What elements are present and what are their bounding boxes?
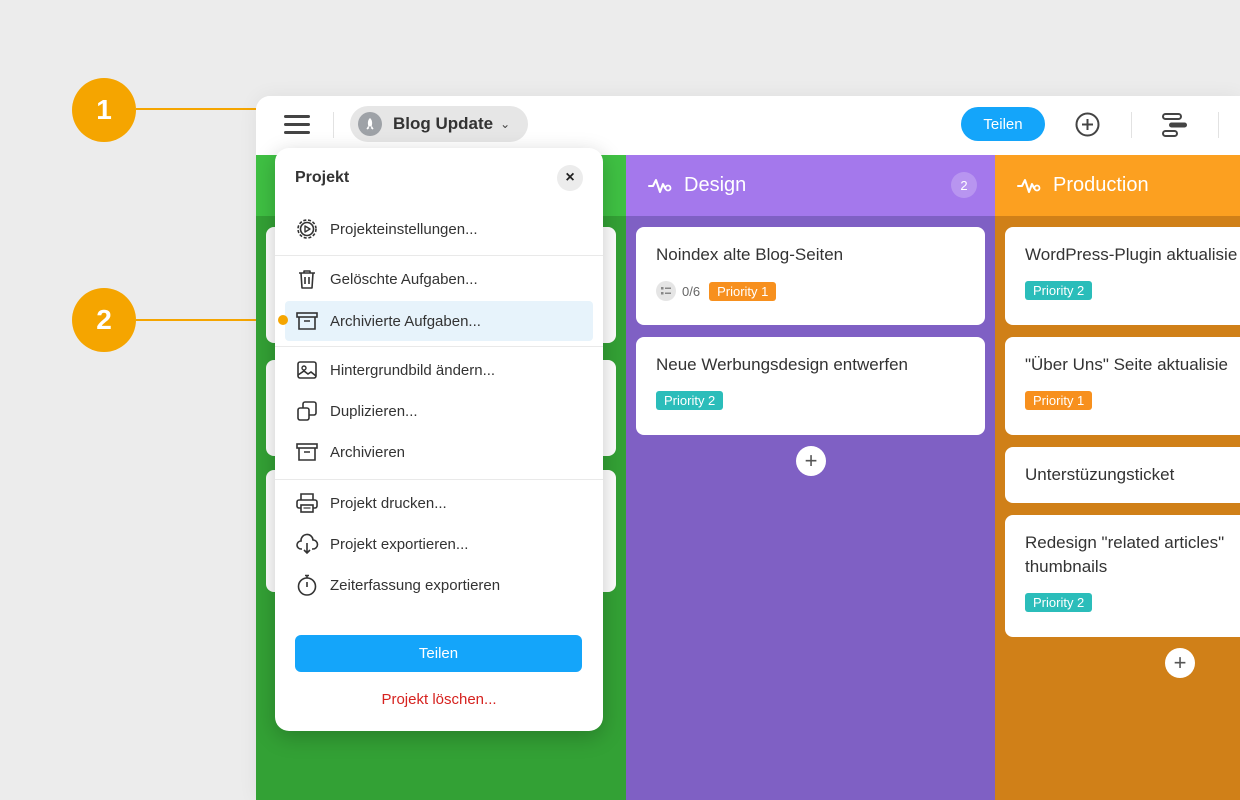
menu-divider: [275, 479, 603, 480]
cloud-download-icon: [296, 533, 319, 555]
share-button[interactable]: Teilen: [961, 107, 1045, 141]
card-title: WordPress-Plugin aktualisie: [1025, 245, 1238, 264]
card-title: Neue Werbungsdesign entwerfen: [656, 355, 909, 374]
menu-item-duplicate[interactable]: Duplizieren...: [285, 391, 593, 431]
divider: [1131, 112, 1132, 138]
menu-item-export-time-tracking[interactable]: Zeiterfassung exportieren: [285, 565, 593, 605]
divider: [1218, 112, 1219, 138]
checklist-progress: 0/6: [682, 283, 701, 299]
project-switcher[interactable]: Blog Update ⌄: [350, 106, 528, 142]
callout-2-dot: [278, 315, 288, 325]
task-card[interactable]: WordPress-Plugin aktualisie Priority 2: [1005, 227, 1240, 325]
menu-item-label: Duplizieren...: [330, 402, 418, 420]
add-card-button[interactable]: +: [1165, 648, 1195, 678]
column-header: Design 2: [626, 155, 995, 216]
image-icon: [297, 361, 317, 379]
close-icon[interactable]: ×: [557, 165, 583, 191]
stopwatch-icon: [297, 574, 317, 596]
priority-tag: Priority 2: [1025, 593, 1093, 612]
menu-item-change-background[interactable]: Hintergrundbild ändern...: [285, 350, 593, 390]
duplicate-icon: [297, 401, 317, 421]
divider: [333, 112, 334, 138]
task-card[interactable]: Unterstüzungsticket: [1005, 447, 1240, 503]
printer-icon: [296, 493, 318, 513]
menu-divider: [275, 346, 603, 347]
card-meta: 0/6 Priority 1: [656, 281, 965, 301]
task-card[interactable]: Redesign "related articles" thumbnails P…: [1005, 515, 1240, 637]
menu-item-label: Gelöschte Aufgaben...: [330, 270, 478, 288]
card-title: "Über Uns" Seite aktualisie: [1025, 355, 1228, 374]
card-meta: Priority 2: [1025, 281, 1240, 300]
callout-1: 1: [72, 78, 136, 142]
archive-icon: [296, 312, 318, 330]
column-title: Production: [1053, 174, 1149, 196]
rocket-icon: [358, 112, 382, 136]
task-card[interactable]: Neue Werbungsdesign entwerfen Priority 2: [636, 337, 985, 435]
card-meta: Priority 2: [1025, 593, 1240, 612]
column-production: Production WordPress-Plugin aktualisie P…: [995, 155, 1240, 800]
priority-tag: Priority 1: [709, 281, 777, 301]
priority-tag: Priority 2: [1025, 281, 1093, 300]
chevron-down-icon: ⌄: [500, 117, 511, 131]
menu-item-label: Archivieren: [330, 443, 406, 461]
menu-item-export[interactable]: Projekt exportieren...: [285, 524, 593, 564]
menu-icon[interactable]: [284, 112, 310, 136]
menu-item-label: Projekt drucken...: [330, 494, 447, 512]
column-design: Design 2 Noindex alte Blog-Seiten 0/6 Pr…: [626, 155, 995, 800]
gear-icon: [297, 219, 317, 239]
menu-item-label: Projekt exportieren...: [330, 535, 469, 553]
menu-item-label: Projekteinstellungen...: [330, 220, 478, 238]
card-title: Redesign "related articles" thumbnails: [1025, 533, 1225, 576]
menu-item-archive[interactable]: Archivieren: [285, 432, 593, 472]
activity-icon: [648, 178, 672, 193]
card-title: Unterstüzungsticket: [1025, 465, 1175, 484]
menu-divider: [275, 255, 603, 256]
menu-item-label: Hintergrundbild ändern...: [330, 361, 496, 379]
menu-item-print[interactable]: Projekt drucken...: [285, 483, 593, 523]
plus-circle-icon[interactable]: [1075, 112, 1100, 137]
activity-icon: [1017, 178, 1041, 193]
column-title: Design: [684, 174, 747, 196]
card-meta: Priority 2: [656, 391, 965, 410]
menu-item-deleted-tasks[interactable]: Gelöschte Aufgaben...: [285, 259, 593, 299]
priority-tag: Priority 1: [1025, 391, 1093, 410]
menu-item-label: Archivierte Aufgaben...: [330, 312, 481, 330]
menu-item-label: Zeiterfassung exportieren: [330, 576, 501, 594]
menu-share-button[interactable]: Teilen: [295, 635, 582, 672]
archive-icon: [296, 443, 318, 461]
menu-item-archived-tasks[interactable]: Archivierte Aufgaben...: [285, 301, 593, 341]
card-meta: Priority 1: [1025, 391, 1240, 410]
column-header: Production: [995, 155, 1240, 216]
project-name: Blog Update: [393, 114, 494, 133]
trash-icon: [299, 270, 315, 289]
project-menu: Projekt × Projekteinstellungen... Gelösc…: [275, 148, 603, 731]
menu-title: Projekt: [295, 169, 350, 186]
priority-tag: Priority 2: [656, 391, 724, 410]
task-card[interactable]: "Über Uns" Seite aktualisie Priority 1: [1005, 337, 1240, 435]
callout-2: 2: [72, 288, 136, 352]
gantt-icon[interactable]: [1161, 112, 1189, 138]
checklist-icon: [656, 281, 676, 301]
menu-item-project-settings[interactable]: Projekteinstellungen...: [285, 209, 593, 249]
task-card[interactable]: Noindex alte Blog-Seiten 0/6 Priority 1: [636, 227, 985, 325]
card-title: Noindex alte Blog-Seiten: [656, 245, 844, 264]
top-bar: Blog Update ⌄ Teilen: [256, 96, 1240, 155]
delete-project-link[interactable]: Projekt löschen...: [275, 691, 603, 708]
column-count-badge: 2: [951, 172, 977, 198]
add-card-button[interactable]: +: [796, 446, 826, 476]
